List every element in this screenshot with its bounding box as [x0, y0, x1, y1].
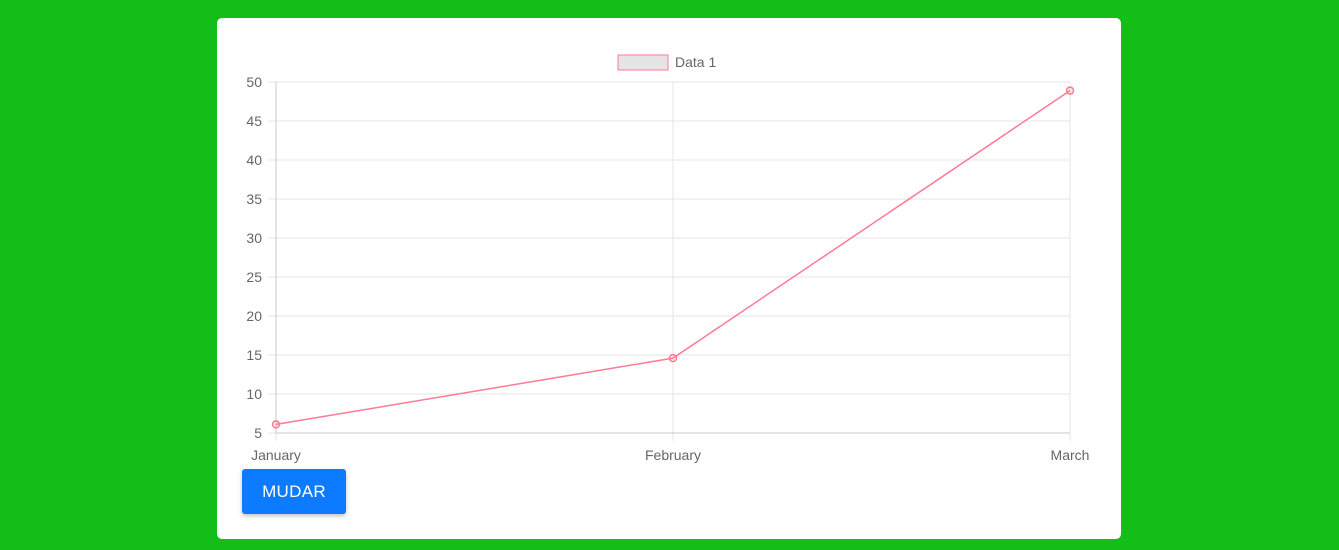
y-axis: 50 45 40 35 30 25 20 15 10 5 [246, 74, 277, 441]
y-tick-label-20: 20 [246, 308, 262, 324]
y-tick-label-40: 40 [246, 152, 262, 168]
x-tick-label-january: January [251, 447, 301, 463]
line-chart: Data 1 50 45 40 35 30 25 20 15 10 5 January Februa… [246, 54, 1090, 463]
legend-label-data-1: Data 1 [675, 54, 716, 70]
y-tick-label-25: 25 [246, 269, 262, 285]
y-tick-label-30: 30 [246, 230, 262, 246]
x-tick-label-february: February [645, 447, 701, 463]
y-tick-label-10: 10 [246, 386, 262, 402]
mudar-button[interactable]: MUDAR [242, 469, 346, 514]
chart-card: Data 1 50 45 40 35 30 25 20 15 10 5 January Februa… [217, 18, 1121, 539]
legend-swatch [617, 54, 669, 71]
data-point-march [1065, 86, 1075, 95]
data-point-february [668, 353, 678, 363]
y-tick-label-15: 15 [246, 347, 262, 363]
y-tick-label-50: 50 [246, 74, 262, 90]
legend[interactable]: Data 1 [617, 54, 716, 71]
x-tick-label-march: March [1051, 447, 1090, 463]
x-axis: January February March [251, 432, 1090, 463]
y-tick-label-5: 5 [254, 425, 262, 441]
y-tick-label-35: 35 [246, 191, 262, 207]
gridlines [268, 81, 1071, 441]
data-point-january [271, 420, 281, 429]
y-tick-label-45: 45 [246, 113, 262, 129]
